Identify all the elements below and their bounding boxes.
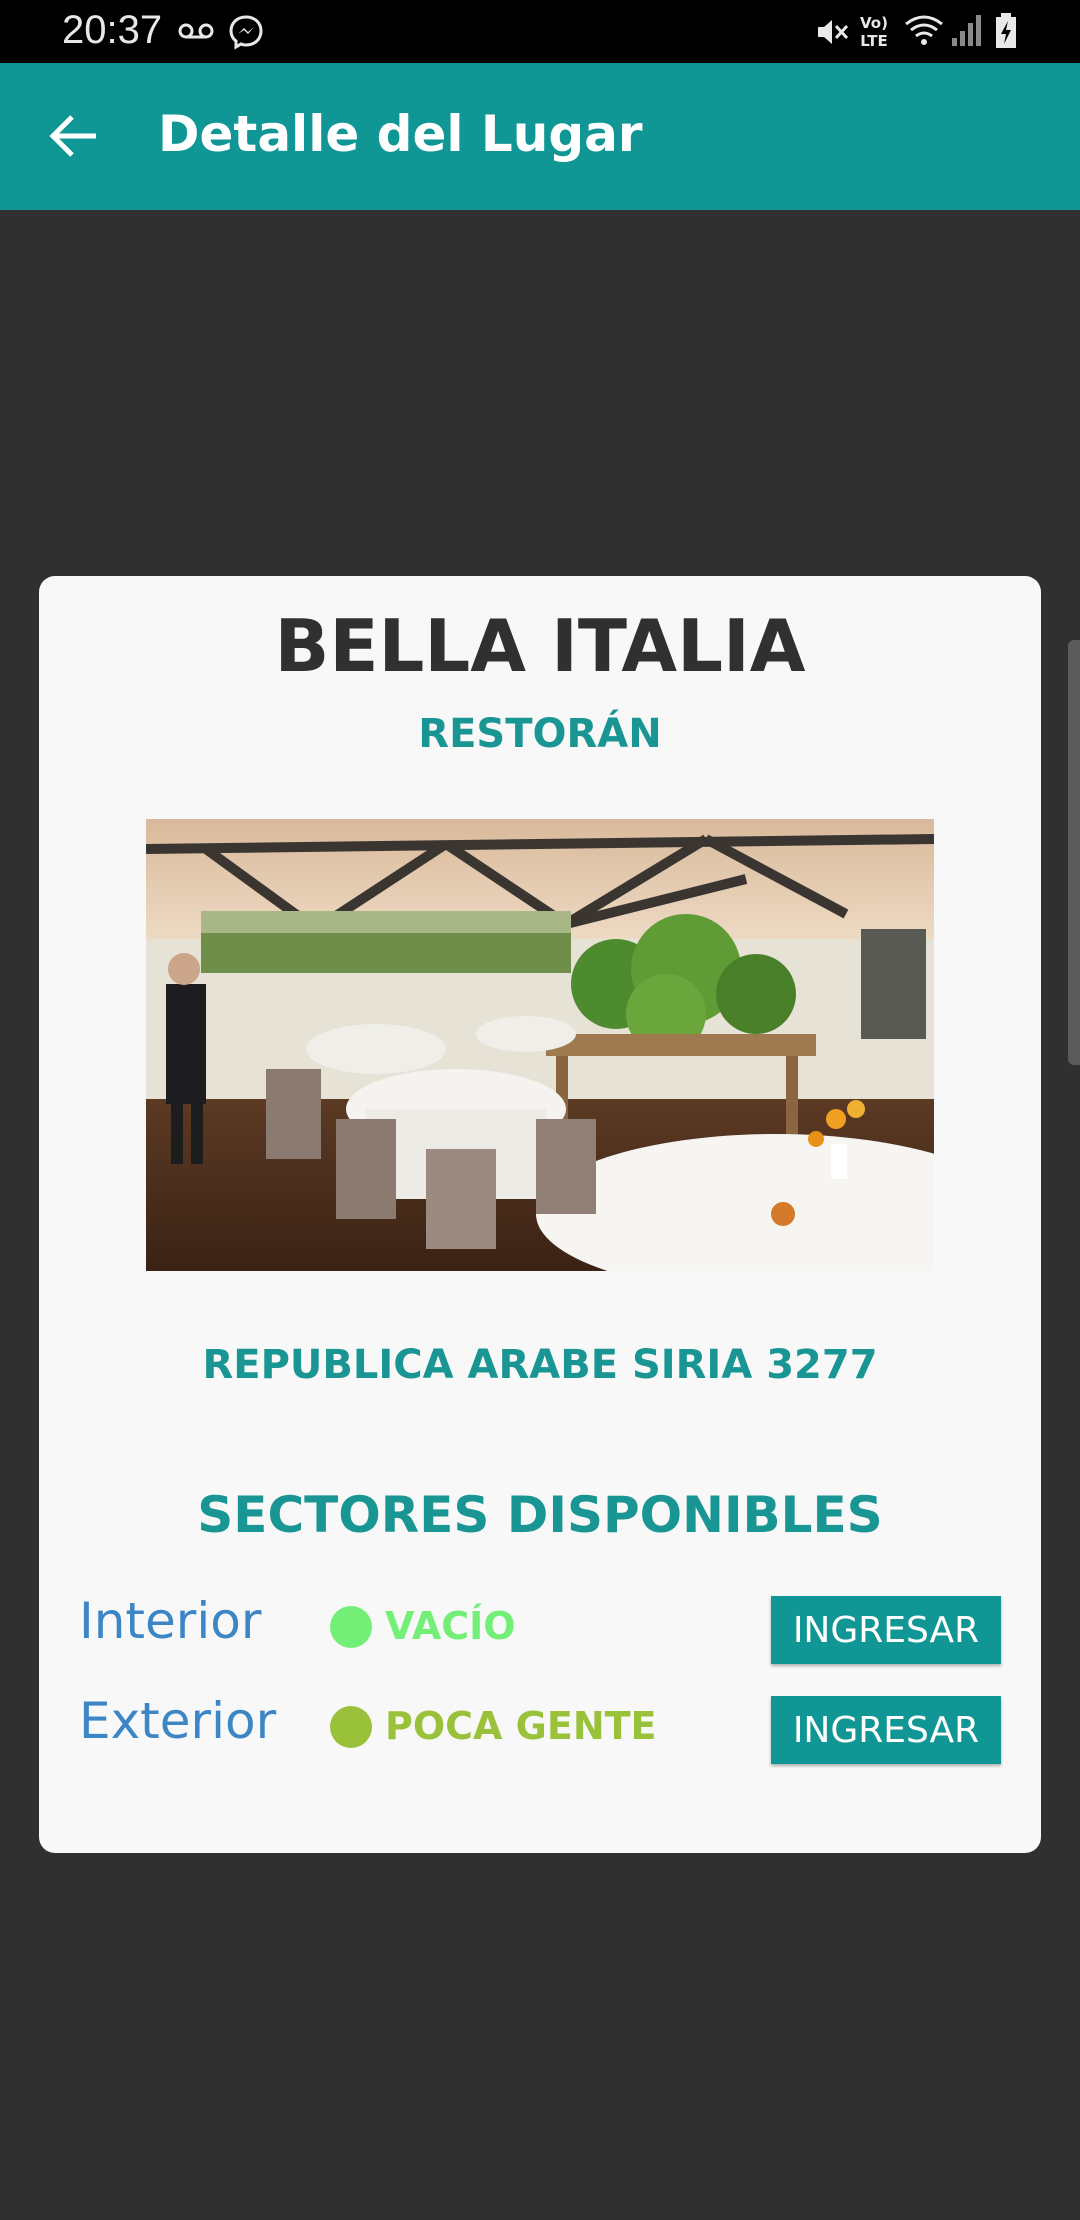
sector-status: POCA GENTE <box>385 1704 657 1748</box>
place-card: BELLA ITALIA RESTORÁN REPUBLICA ARABE SI… <box>39 576 1041 1853</box>
sector-row: Exterior POCA GENTE INGRESAR <box>39 1686 1041 1764</box>
enter-exterior-button[interactable]: INGRESAR <box>771 1696 1001 1764</box>
sector-status: VACÍO <box>385 1604 516 1648</box>
sector-row: Interior VACÍO INGRESAR <box>39 1586 1041 1664</box>
back-button[interactable] <box>40 101 110 171</box>
status-bar: 20:37 Vo) LTE <box>0 0 1080 63</box>
svg-text:LTE: LTE <box>860 32 888 50</box>
voicemail-icon <box>178 23 214 39</box>
status-dot-icon <box>330 1706 372 1748</box>
arrow-back-icon <box>49 115 96 157</box>
wifi-icon <box>905 15 943 45</box>
place-name: BELLA ITALIA <box>274 604 806 688</box>
place-photo <box>146 819 934 1271</box>
scrollbar[interactable] <box>1068 640 1080 1065</box>
status-time: 20:37 <box>62 8 163 52</box>
mute-icon <box>818 20 849 44</box>
place-type: RESTORÁN <box>418 711 662 757</box>
sectors-title: SECTORES DISPONIBLES <box>197 1486 883 1544</box>
sector-name: Interior <box>79 1592 262 1650</box>
volte-icon: Vo) LTE <box>860 14 888 50</box>
page-title: Detalle del Lugar <box>158 105 643 163</box>
battery-icon <box>996 13 1016 48</box>
svg-text:Vo): Vo) <box>860 14 888 32</box>
app-bar: Detalle del Lugar <box>0 63 1080 210</box>
enter-interior-button[interactable]: INGRESAR <box>771 1596 1001 1664</box>
messenger-icon <box>229 15 263 50</box>
place-address: REPUBLICA ARABE SIRIA 3277 <box>202 1342 878 1388</box>
sector-name: Exterior <box>79 1692 277 1750</box>
status-dot-icon <box>330 1606 372 1648</box>
signal-icon <box>952 15 981 46</box>
